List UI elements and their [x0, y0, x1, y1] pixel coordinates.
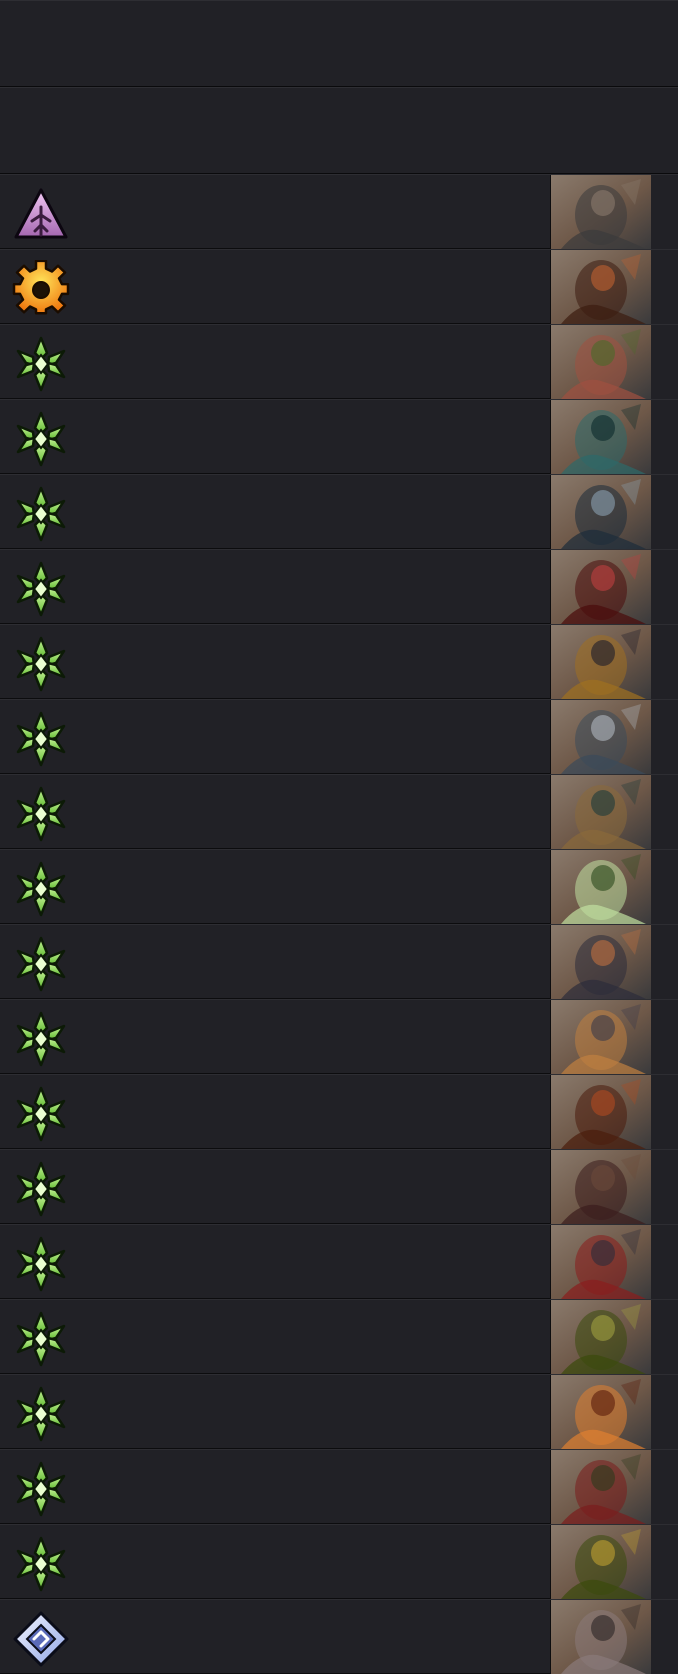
- row-end-spacer: [651, 175, 678, 249]
- card-row[interactable]: [0, 999, 678, 1074]
- blue-diamond-rune-icon: [12, 1610, 70, 1668]
- green-leaf-rune-icon: [12, 1010, 70, 1068]
- row-end-spacer: [651, 775, 678, 849]
- row-end-spacer: [651, 1225, 678, 1299]
- row-end-spacer: [651, 1450, 678, 1524]
- bloodied-ranger-portrait[interactable]: [550, 1450, 652, 1524]
- red-troll-portrait[interactable]: [550, 550, 652, 624]
- header-row-1: [0, 0, 678, 87]
- card-row[interactable]: [0, 1149, 678, 1224]
- sunset-wanderer-portrait[interactable]: [550, 1375, 652, 1449]
- green-leaf-rune-icon: [12, 410, 70, 468]
- card-row[interactable]: [0, 1524, 678, 1599]
- row-end-spacer: [651, 1525, 678, 1599]
- card-row[interactable]: [0, 324, 678, 399]
- green-leaf-rune-icon: [12, 1385, 70, 1443]
- green-leaf-rune-icon: [12, 1460, 70, 1518]
- berserker-portrait[interactable]: [550, 925, 652, 999]
- row-end-spacer: [651, 1375, 678, 1449]
- row-end-spacer: [651, 1150, 678, 1224]
- green-leaf-rune-icon: [12, 560, 70, 618]
- card-row[interactable]: [0, 1449, 678, 1524]
- card-row[interactable]: [0, 924, 678, 999]
- green-leaf-rune-icon: [12, 335, 70, 393]
- sea-serpent-portrait[interactable]: [550, 400, 652, 474]
- card-row[interactable]: [0, 624, 678, 699]
- row-end-spacer: [651, 1300, 678, 1374]
- old-swordsman-portrait[interactable]: [550, 700, 652, 774]
- card-list: [0, 174, 678, 1674]
- card-row[interactable]: [0, 474, 678, 549]
- green-leaf-rune-icon: [12, 860, 70, 918]
- row-end-spacer: [651, 850, 678, 924]
- forest-spirit-portrait[interactable]: [550, 325, 652, 399]
- row-end-spacer: [651, 1000, 678, 1074]
- card-row[interactable]: [0, 1374, 678, 1449]
- row-end-spacer: [651, 325, 678, 399]
- row-end-spacer: [651, 700, 678, 774]
- hunter-pair-portrait[interactable]: [550, 775, 652, 849]
- axe-warrior-portrait[interactable]: [550, 1150, 652, 1224]
- card-row[interactable]: [0, 1299, 678, 1374]
- card-row[interactable]: [0, 1074, 678, 1149]
- green-leaf-rune-icon: [12, 635, 70, 693]
- stag-hunter-portrait[interactable]: [550, 850, 652, 924]
- card-row[interactable]: [0, 774, 678, 849]
- bearded-warrior-portrait[interactable]: [550, 1000, 652, 1074]
- card-row[interactable]: [0, 174, 678, 249]
- row-end-spacer: [651, 400, 678, 474]
- row-end-spacer: [651, 925, 678, 999]
- orange-cog-rune-icon: [12, 260, 70, 318]
- row-end-spacer: [651, 1075, 678, 1149]
- green-leaf-rune-icon: [12, 935, 70, 993]
- row-end-spacer: [651, 1600, 678, 1674]
- green-leaf-rune-icon: [12, 785, 70, 843]
- green-leaf-rune-icon: [12, 1235, 70, 1293]
- card-row[interactable]: [0, 699, 678, 774]
- green-leaf-rune-icon: [12, 1535, 70, 1593]
- valkyrie-portrait[interactable]: [550, 625, 652, 699]
- forest-bear-portrait[interactable]: [550, 1300, 652, 1374]
- green-leaf-rune-icon: [12, 1085, 70, 1143]
- green-leaf-rune-icon: [12, 710, 70, 768]
- dwarf-warrior-shield-portrait[interactable]: [550, 175, 652, 249]
- card-row[interactable]: [0, 249, 678, 324]
- green-leaf-rune-icon: [12, 485, 70, 543]
- hooded-sage-portrait[interactable]: [550, 475, 652, 549]
- stone-golems-portrait[interactable]: [550, 1600, 652, 1674]
- card-row[interactable]: [0, 1599, 678, 1674]
- header-row-2: [0, 87, 678, 174]
- row-end-spacer: [651, 250, 678, 324]
- row-end-spacer: [651, 625, 678, 699]
- jungle-ape-portrait[interactable]: [550, 1525, 652, 1599]
- card-row[interactable]: [0, 1224, 678, 1299]
- row-end-spacer: [651, 550, 678, 624]
- green-leaf-rune-icon: [12, 1310, 70, 1368]
- row-end-spacer: [651, 475, 678, 549]
- card-row[interactable]: [0, 849, 678, 924]
- card-row[interactable]: [0, 549, 678, 624]
- purple-triangle-rune-icon: [12, 185, 70, 243]
- card-row[interactable]: [0, 399, 678, 474]
- brawler-orc-portrait[interactable]: [550, 250, 652, 324]
- green-leaf-rune-icon: [12, 1160, 70, 1218]
- armored-knight-portrait[interactable]: [550, 1225, 652, 1299]
- crimson-beast-portrait[interactable]: [550, 1075, 652, 1149]
